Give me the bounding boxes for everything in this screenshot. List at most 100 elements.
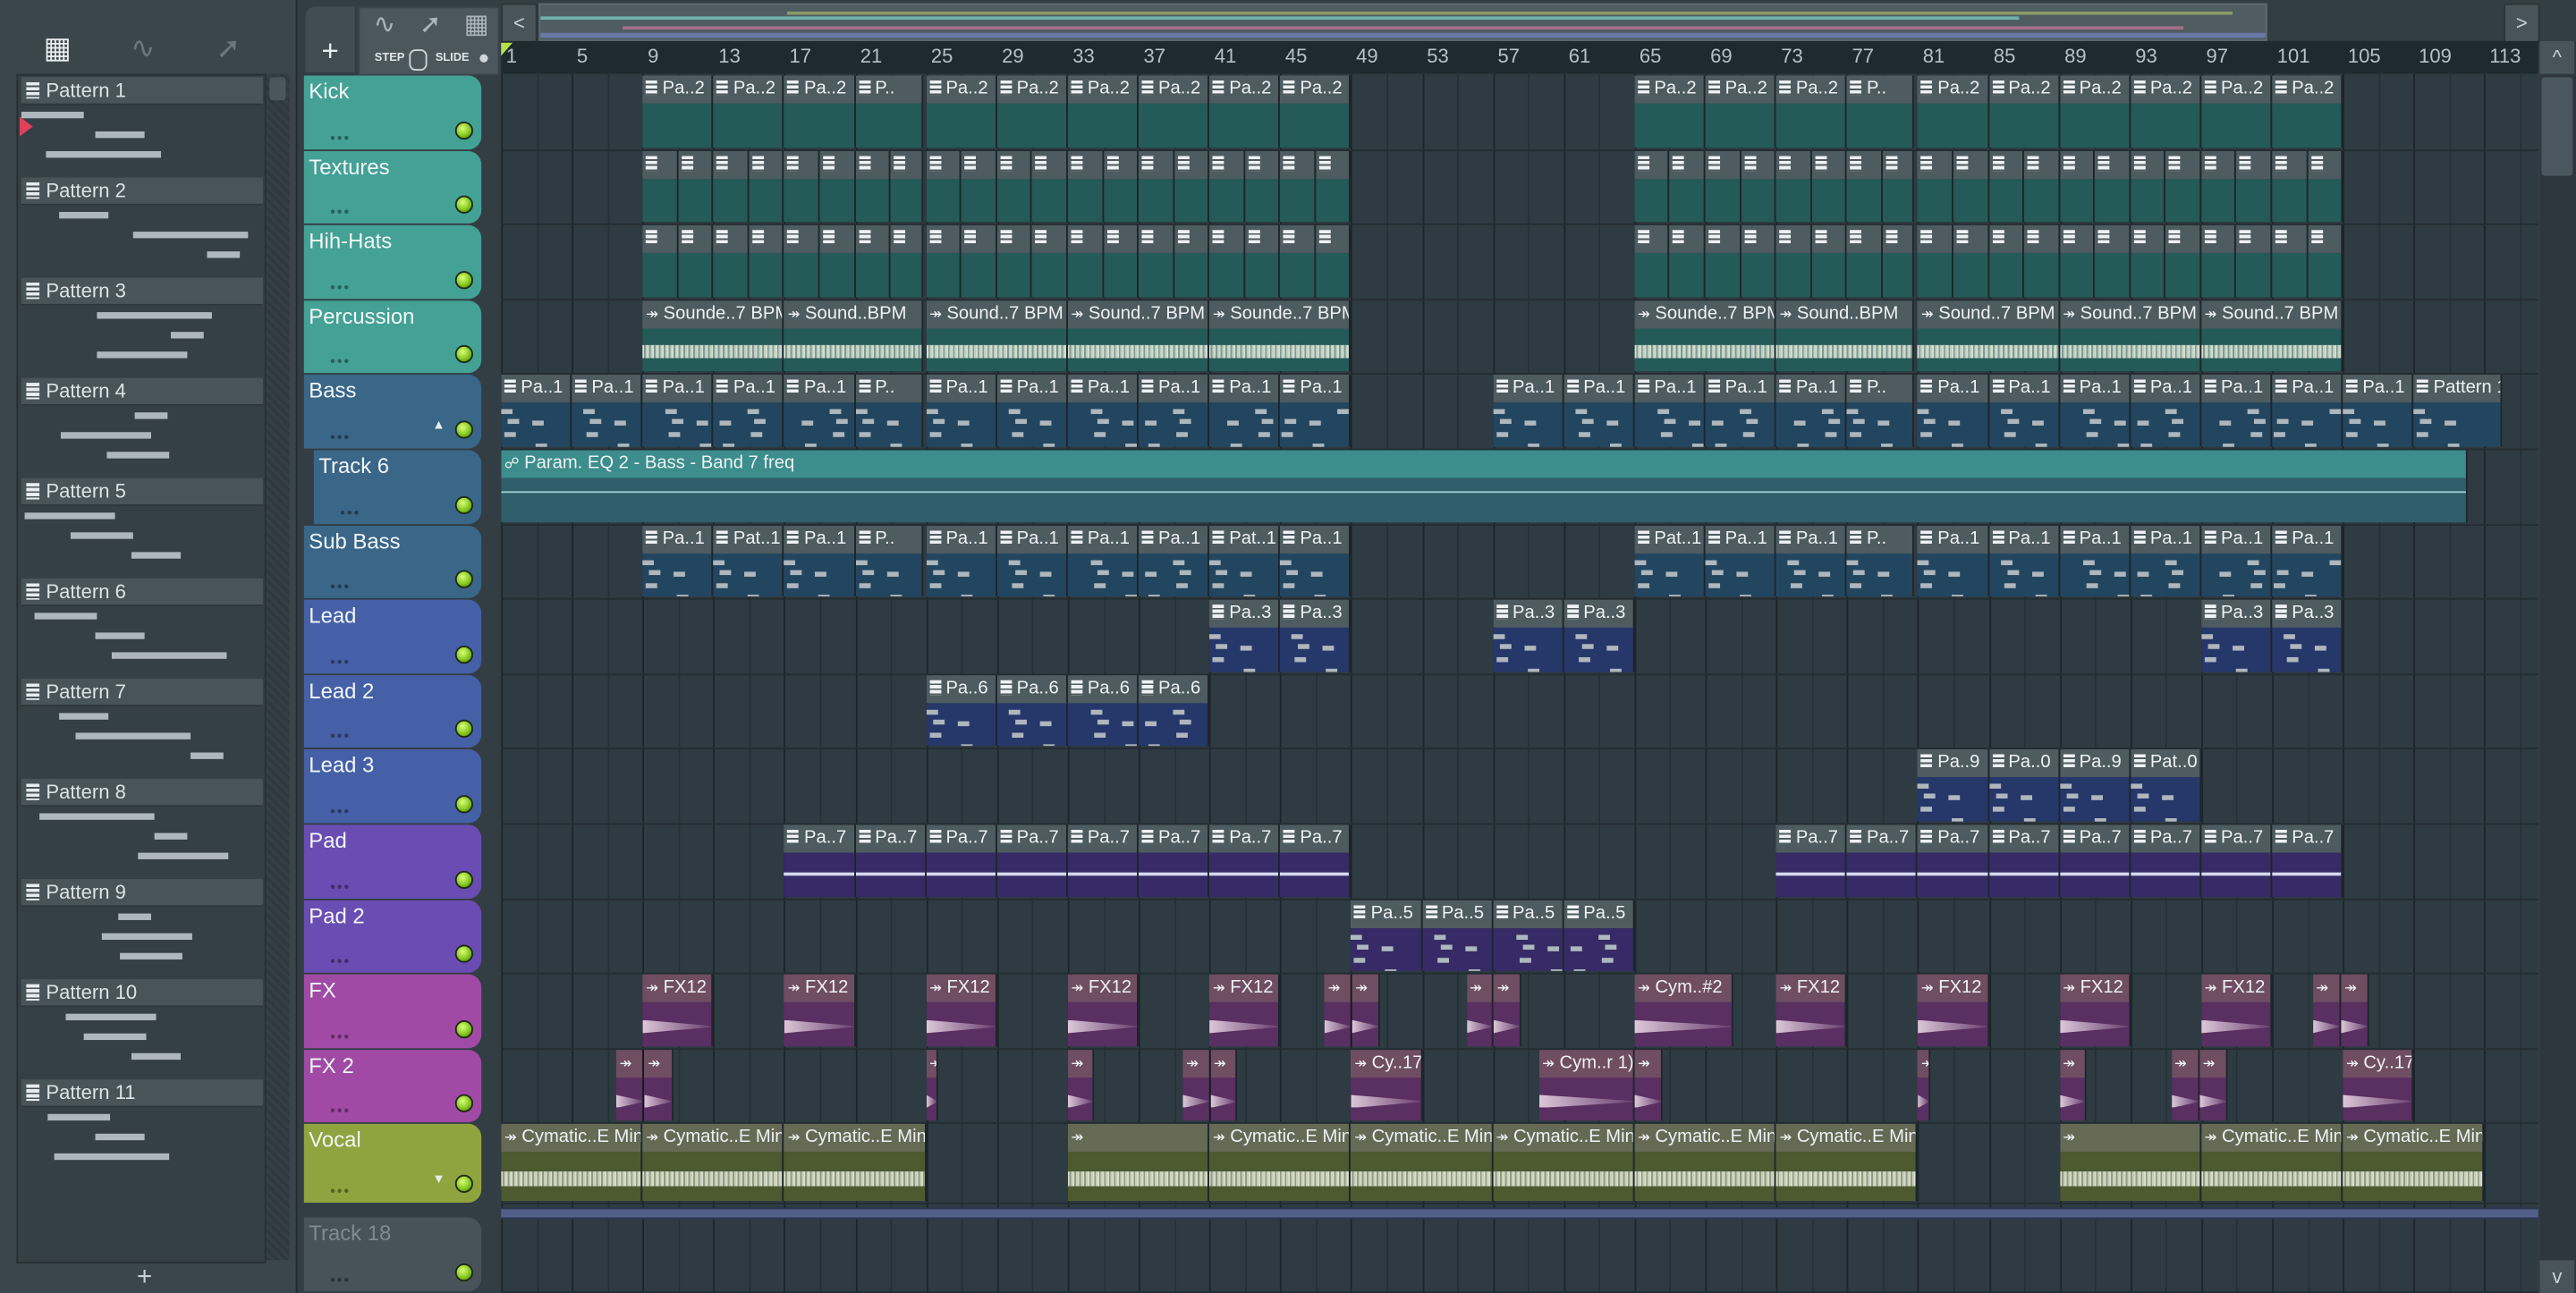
clip-pattern[interactable]: Pa..1 — [1988, 375, 2060, 447]
clip-header[interactable]: Pa..3 — [2272, 599, 2342, 629]
clip-audio[interactable]: ↠ Cymatic..E Min — [1492, 1124, 1635, 1202]
clip-header[interactable] — [784, 150, 818, 179]
clip-header[interactable]: Pa..1 — [2343, 375, 2412, 403]
clip-header[interactable]: Pa..7 — [1067, 824, 1138, 853]
clip-header[interactable] — [1988, 150, 2023, 179]
pattern-header[interactable]: Pattern 3 — [21, 277, 263, 306]
clip-header[interactable]: ↠ Sounde..7 BPM — [1634, 300, 1775, 329]
clip-header[interactable]: P.. — [1846, 375, 1913, 403]
track-options-icon[interactable]: ••• — [330, 129, 351, 145]
clip-header[interactable]: P.. — [1846, 525, 1913, 554]
clip-fx[interactable]: ↠ FX12 — [1209, 974, 1281, 1047]
clip-fx[interactable]: ↠ Cy..17 — [2343, 1049, 2414, 1121]
clip-header[interactable]: ↠ Sound..7 BPM — [2059, 300, 2200, 329]
clip-pattern[interactable] — [2236, 150, 2273, 223]
clip-header[interactable] — [1032, 150, 1066, 179]
clip-header[interactable]: Pa..1 — [1067, 525, 1138, 554]
clip-fx[interactable]: ↠ — [615, 1049, 645, 1121]
clip-header[interactable]: Pa..5 — [1492, 900, 1563, 928]
clip-pattern[interactable]: Pa..1 — [2130, 525, 2201, 597]
clip-audio[interactable]: ↠ Cymatic..E Min — [2343, 1124, 2485, 1202]
clip-fx[interactable]: ↠ — [2312, 974, 2342, 1047]
clip-header[interactable]: Pa..3 — [1563, 599, 1633, 629]
clip-pattern[interactable]: Pa..1 — [2200, 375, 2273, 447]
clip-audio[interactable]: ↠ Cymatic..E Min — [784, 1124, 927, 1202]
clip-pattern[interactable] — [855, 225, 891, 298]
clip-header[interactable] — [2236, 150, 2271, 179]
clip-header[interactable]: ↠ Sound..BPM — [1775, 300, 1913, 329]
clip-pattern[interactable] — [642, 150, 679, 223]
clip-header[interactable]: Pa..1 — [784, 525, 854, 554]
track-header[interactable]: Kick ••• — [303, 75, 482, 149]
clip-pattern[interactable]: Pa..2 — [1280, 75, 1352, 148]
clip-header[interactable]: Pa..2 — [784, 75, 854, 104]
clip-pattern[interactable]: Pa..1 — [1138, 375, 1210, 447]
clip-pad[interactable]: Pa..7 — [926, 824, 997, 897]
clip-pattern[interactable] — [1032, 150, 1068, 223]
clip-pattern[interactable]: Pa..1 — [2343, 375, 2414, 447]
clip-header[interactable]: P.. — [855, 525, 921, 554]
add-pattern-button[interactable]: + — [128, 1263, 161, 1291]
track-mute-led-icon[interactable] — [454, 944, 473, 964]
scroll-right-button[interactable]: > — [2504, 3, 2540, 43]
pattern-item[interactable]: Pattern 7 — [21, 677, 265, 777]
track-options-icon[interactable]: ••• — [330, 803, 351, 819]
clip-header[interactable]: ↠ Sounde..7 BPM — [642, 300, 784, 329]
clip-pattern[interactable] — [2200, 225, 2237, 298]
clip-header[interactable] — [2095, 225, 2129, 254]
clip-pattern[interactable] — [2307, 225, 2343, 298]
clip-fx[interactable]: ↠ Cym..#2 — [1634, 974, 1734, 1047]
clip-header[interactable]: Pa..2 — [1705, 75, 1775, 104]
clip-pattern[interactable]: Pa..6 — [926, 674, 997, 747]
clip-pattern[interactable]: Pa..2 — [642, 75, 714, 148]
clip-fx[interactable]: ↠ — [2171, 1049, 2199, 1121]
scroll-up-button[interactable]: ^ — [2539, 40, 2575, 74]
clip-pad[interactable]: Pa..7 — [2059, 824, 2131, 897]
clip-pattern[interactable] — [890, 150, 923, 223]
pattern-item[interactable]: Pattern 10 — [21, 977, 265, 1078]
clip-fx[interactable]: ↠ — [2199, 1049, 2228, 1121]
clip-header[interactable]: ↠ Cymatic..E Min — [1351, 1124, 1492, 1153]
automation-icon[interactable]: ➚ — [210, 30, 246, 65]
clip-pattern[interactable]: Pa..1 — [1634, 375, 1706, 447]
clip-pattern[interactable] — [1669, 225, 1706, 298]
clip-header[interactable]: Pat..1 — [1634, 525, 1704, 554]
clip-pattern[interactable] — [749, 150, 784, 223]
clip-pattern[interactable]: Pa..3 — [2200, 599, 2273, 672]
clip-audio[interactable]: ↠ Sounde..7 BPM — [1209, 300, 1352, 372]
clip-header[interactable] — [961, 225, 996, 254]
clip-header[interactable] — [2307, 150, 2342, 179]
clip-pattern[interactable] — [2059, 225, 2096, 298]
clip-header[interactable]: P.. — [855, 375, 921, 403]
track-mute-led-icon[interactable] — [454, 270, 473, 289]
track-name[interactable]: Pad 2 — [309, 903, 364, 928]
clip-header[interactable]: Pa..1 — [1918, 525, 1987, 554]
clip-header[interactable]: ↠ Sound..7 BPM — [1067, 300, 1208, 329]
clip-pattern[interactable]: Pa..5 — [1492, 900, 1564, 972]
clip-pattern[interactable] — [2165, 150, 2201, 223]
clip-header[interactable]: ↠ — [1067, 1049, 1093, 1078]
clip-header[interactable] — [926, 150, 961, 179]
track-name[interactable]: Lead 2 — [309, 678, 374, 703]
clip-pattern[interactable]: Pa..1 — [996, 375, 1068, 447]
clip-audio[interactable]: ↠ — [2059, 1124, 2201, 1202]
clip-header[interactable]: Pa..7 — [2272, 824, 2342, 853]
track-name[interactable]: Pad — [309, 828, 347, 853]
pattern-header[interactable]: Pattern 9 — [21, 879, 263, 908]
clip-header[interactable] — [1775, 150, 1810, 179]
track-options-icon[interactable]: ••• — [330, 354, 351, 370]
clip-header[interactable]: ↠ FX12 — [1775, 974, 1846, 1003]
clip-header[interactable]: ↠ Cy..17 — [1351, 1049, 1420, 1078]
clip-header[interactable]: ↠ — [1918, 1049, 1929, 1078]
clip-header[interactable] — [855, 150, 889, 179]
clip-audio[interactable]: ↠ Cymatic..E Min — [1775, 1124, 1919, 1202]
clip-pad[interactable]: Pa..7 — [2200, 824, 2273, 897]
clip-header[interactable]: Pa..1 — [1492, 375, 1563, 403]
clip-pattern[interactable]: Pa..3 — [1563, 599, 1635, 672]
clip-header[interactable]: Pa..2 — [1209, 75, 1279, 104]
clip-header[interactable]: ↠ — [1493, 974, 1520, 1003]
clip-header[interactable]: ↠ — [2171, 1049, 2199, 1078]
clip-pattern[interactable] — [1741, 150, 1776, 223]
track-mute-led-icon[interactable] — [454, 795, 473, 814]
clip-pattern[interactable]: Pa..2 — [784, 75, 856, 148]
